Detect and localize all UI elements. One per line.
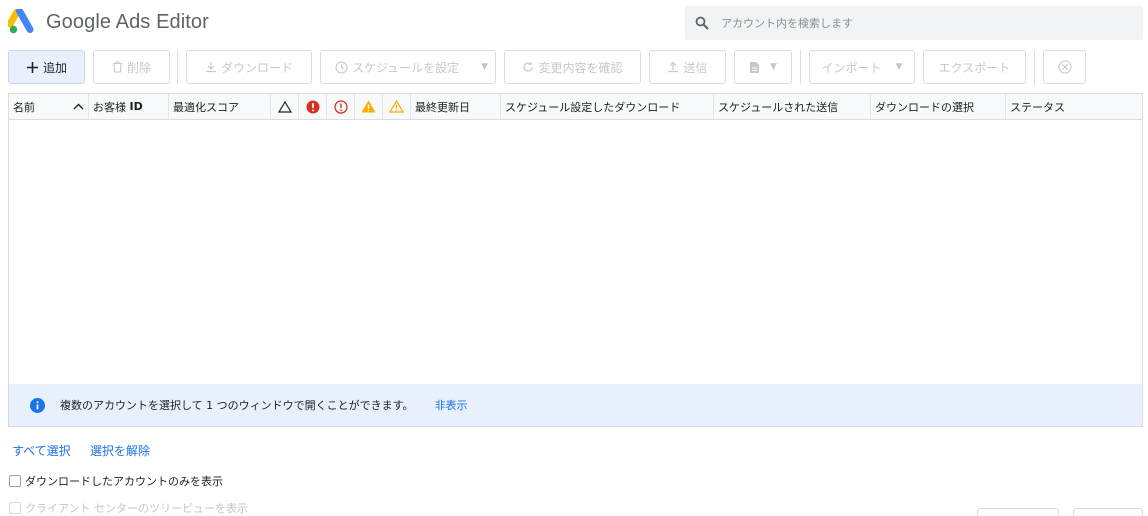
select-all-link[interactable]: すべて選択 — [12, 442, 71, 459]
column-scheduled-send[interactable]: スケジュールされた送信 — [714, 94, 871, 119]
account-table: 名前 お客様 ID 最適化スコア 最終更新日 スケジュール設定したダウンロード … — [8, 93, 1143, 427]
only-downloaded-checkbox[interactable] — [9, 475, 21, 487]
review-changes-label: 変更内容を確認 — [538, 60, 623, 75]
download-button[interactable]: ダウンロード — [186, 50, 312, 84]
column-error-outline[interactable] — [327, 94, 355, 119]
download-icon — [205, 61, 217, 73]
tree-view-checkbox-row[interactable]: クライアント センターのツリービューを表示 — [9, 500, 248, 516]
only-downloaded-label: ダウンロードしたアカウントのみを表示 — [25, 475, 223, 488]
column-error-filled[interactable] — [299, 94, 327, 119]
search-input[interactable] — [721, 16, 1121, 30]
send-button[interactable]: 送信 — [649, 50, 726, 84]
download-button-label: ダウンロード — [220, 60, 293, 75]
column-optimization-score[interactable]: 最適化スコア — [169, 94, 271, 119]
column-status[interactable]: ステータス — [1006, 94, 1142, 119]
tree-view-label: クライアント センターのツリービューを表示 — [25, 502, 249, 515]
column-last-updated-label: 最終更新日 — [415, 100, 470, 114]
column-download-selection[interactable]: ダウンロードの選択 — [871, 94, 1006, 119]
trash-icon — [112, 61, 123, 73]
info-banner: 複数のアカウントを選択して 1 つのウィンドウで開くことができます。 非表示 — [9, 384, 1142, 426]
toolbar-divider — [177, 50, 178, 84]
info-banner-text: 複数のアカウントを選択して 1 つのウィンドウで開くことができます。 — [60, 399, 414, 412]
hide-banner-link[interactable]: 非表示 — [435, 397, 468, 413]
delete-button-label: 削除 — [126, 60, 151, 75]
column-customer-id[interactable]: お客様 ID — [89, 94, 169, 119]
app-title: Google Ads Editor — [46, 11, 209, 33]
column-last-updated[interactable]: 最終更新日 — [411, 94, 501, 119]
search-icon — [695, 16, 709, 30]
delete-button[interactable]: 削除 — [93, 50, 170, 84]
table-header: 名前 お客様 ID 最適化スコア 最終更新日 スケジュール設定したダウンロード … — [9, 94, 1142, 120]
schedule-button[interactable]: スケジュールを設定 ▼ — [320, 50, 496, 84]
tree-view-checkbox[interactable] — [9, 502, 21, 514]
column-name-label: 名前 — [13, 100, 35, 114]
column-customer-id-suffix: ID — [129, 100, 143, 113]
chevron-down-icon: ▼ — [770, 62, 777, 72]
chevron-down-icon: ▼ — [481, 62, 489, 72]
error-outline-icon — [333, 99, 348, 114]
export-button-label: エクスポート — [938, 60, 1011, 75]
column-status-label: ステータス — [1010, 100, 1065, 114]
dialog-button-secondary[interactable] — [977, 508, 1059, 516]
clock-icon — [335, 60, 348, 74]
toolbar-divider — [1034, 50, 1035, 84]
column-warning-filled[interactable] — [355, 94, 383, 119]
column-customer-id-label: お客様 — [93, 100, 126, 114]
column-optimization-score-label: 最適化スコア — [173, 100, 239, 114]
import-button[interactable]: インポート ▼ — [809, 50, 915, 84]
only-downloaded-checkbox-row[interactable]: ダウンロードしたアカウントのみを表示 — [9, 473, 223, 489]
account-search-box[interactable] — [685, 6, 1143, 40]
warning-filled-icon — [361, 100, 376, 113]
toolbar-divider — [800, 50, 801, 84]
chevron-down-icon: ▼ — [895, 62, 903, 72]
send-button-label: 送信 — [683, 60, 708, 75]
info-icon — [30, 397, 45, 413]
column-warning-outline-yellow[interactable] — [383, 94, 411, 119]
cancel-button[interactable] — [1043, 50, 1086, 84]
column-scheduled-download[interactable]: スケジュール設定したダウンロード — [501, 94, 714, 119]
warning-outline-icon — [277, 100, 292, 113]
google-ads-logo — [8, 9, 34, 34]
import-button-label: インポート — [821, 60, 882, 75]
file-menu-button[interactable]: ▼ — [734, 50, 792, 84]
sort-ascending-icon[interactable] — [73, 103, 84, 110]
column-scheduled-download-label: スケジュール設定したダウンロード — [505, 100, 681, 114]
column-name[interactable]: 名前 — [9, 94, 89, 119]
column-download-selection-label: ダウンロードの選択 — [875, 100, 974, 114]
file-icon — [749, 61, 760, 74]
schedule-button-label: スケジュールを設定 — [352, 60, 460, 75]
dialog-button-primary[interactable] — [1073, 508, 1143, 516]
refresh-icon — [522, 61, 534, 73]
add-button[interactable]: 追加 — [8, 50, 85, 84]
cancel-circle-icon — [1057, 60, 1072, 74]
column-warning-outline[interactable] — [271, 94, 299, 119]
plus-icon — [26, 61, 39, 74]
error-filled-icon — [306, 100, 319, 113]
column-scheduled-send-label: スケジュールされた送信 — [718, 100, 839, 114]
deselect-link[interactable]: 選択を解除 — [90, 442, 150, 459]
add-button-label: 追加 — [42, 60, 67, 75]
upload-icon — [667, 61, 679, 73]
export-button[interactable]: エクスポート — [923, 50, 1026, 84]
review-changes-button[interactable]: 変更内容を確認 — [504, 50, 641, 84]
warning-outline-yellow-icon — [389, 100, 404, 113]
app-window: Google Ads Editor 追加 削除 ダウンロード スケジュールを設定… — [0, 0, 1148, 516]
